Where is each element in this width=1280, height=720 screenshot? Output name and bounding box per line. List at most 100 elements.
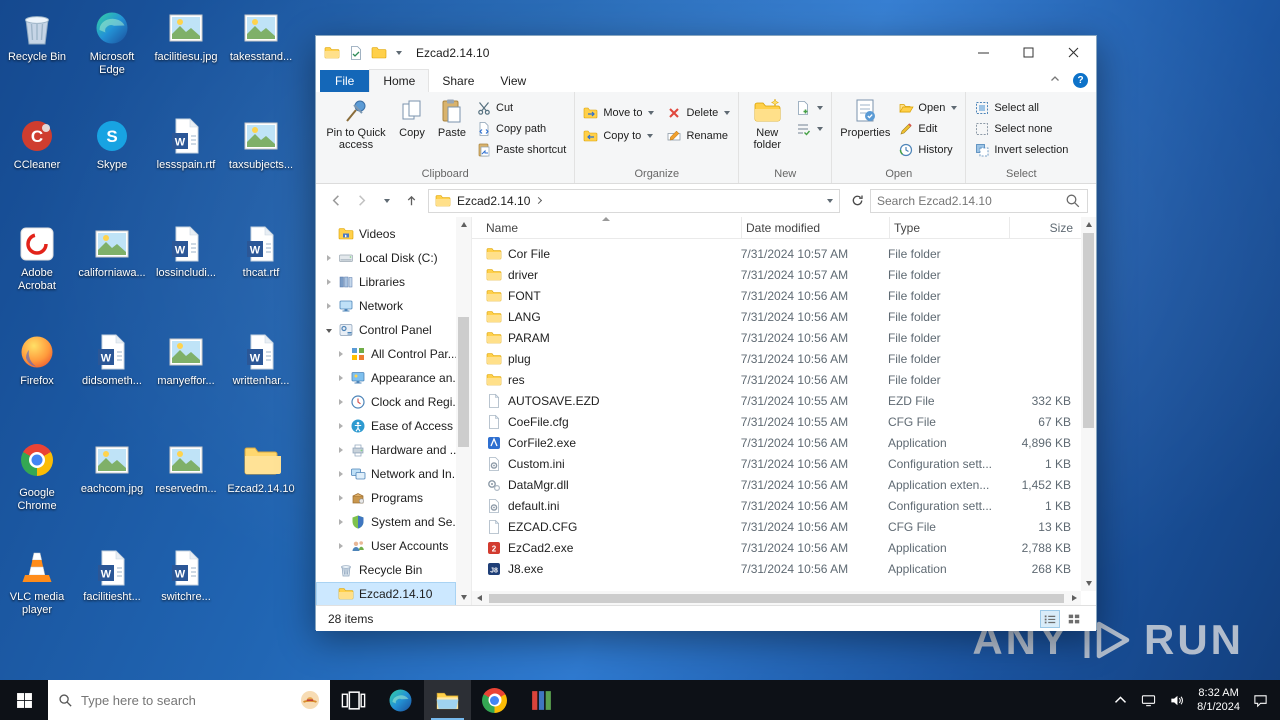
- copy-button[interactable]: Copy: [393, 95, 431, 141]
- history-button[interactable]: History: [895, 140, 960, 160]
- nav-item-all-control-par[interactable]: All Control Par...: [316, 342, 456, 366]
- chevron-right-icon[interactable]: [336, 423, 345, 429]
- qat-new-folder-icon[interactable]: [371, 45, 386, 60]
- close-button[interactable]: [1051, 36, 1096, 69]
- desktop-icon-recycle-bin[interactable]: Recycle Bin: [1, 8, 73, 64]
- recent-locations-chevron-icon[interactable]: [374, 189, 398, 213]
- chevron-right-icon[interactable]: [336, 375, 345, 381]
- nav-item-programs[interactable]: Programs: [316, 486, 456, 510]
- scroll-up-icon[interactable]: [1081, 217, 1096, 232]
- easy-access-button[interactable]: [792, 119, 826, 139]
- file-list-horizontal-scrollbar[interactable]: [472, 591, 1081, 605]
- desktop-icon-lossincludi[interactable]: Wlossincludi...: [150, 224, 222, 280]
- help-icon[interactable]: ?: [1073, 73, 1088, 88]
- desktop-icon-reservedm[interactable]: reservedm...: [150, 440, 222, 496]
- file-row-cor-file[interactable]: Cor File7/31/2024 10:57 AMFile folder: [472, 243, 1081, 264]
- file-row-res[interactable]: res7/31/2024 10:56 AMFile folder: [472, 369, 1081, 390]
- taskbar-edge-icon[interactable]: [377, 680, 424, 720]
- tab-file[interactable]: File: [320, 70, 369, 92]
- desktop-icon-californiawa[interactable]: californiawa...: [76, 224, 148, 280]
- nav-item-network-and-in[interactable]: Network and In...: [316, 462, 456, 486]
- chevron-down-icon[interactable]: [324, 327, 333, 333]
- chevron-right-icon[interactable]: [336, 519, 345, 525]
- file-row-j8-exe[interactable]: J8J8.exe7/31/2024 10:56 AMApplication268…: [472, 558, 1081, 579]
- select-none-button[interactable]: Select none: [971, 119, 1071, 139]
- paste-button[interactable]: Paste: [433, 95, 471, 141]
- back-button[interactable]: [324, 189, 348, 213]
- file-row-ezcad-cfg[interactable]: EZCAD.CFG7/31/2024 10:56 AMCFG File13 KB: [472, 516, 1081, 537]
- explorer-search-input[interactable]: [877, 194, 1059, 208]
- tab-view[interactable]: View: [487, 70, 539, 92]
- volume-icon[interactable]: [1169, 693, 1184, 708]
- rename-button[interactable]: Rename: [663, 126, 733, 146]
- file-row-param[interactable]: PARAM7/31/2024 10:56 AMFile folder: [472, 327, 1081, 348]
- details-view-button[interactable]: [1040, 610, 1060, 628]
- chevron-right-icon[interactable]: [336, 471, 345, 477]
- search-highlight-icon[interactable]: [300, 690, 320, 710]
- column-header-type[interactable]: Type: [890, 217, 1010, 238]
- start-button[interactable]: [0, 680, 48, 720]
- move-to-button[interactable]: Move to: [580, 103, 657, 123]
- nav-item-videos[interactable]: Videos: [316, 222, 456, 246]
- desktop-icon-switchre[interactable]: Wswitchre...: [150, 548, 222, 604]
- file-row-plug[interactable]: plug7/31/2024 10:56 AMFile folder: [472, 348, 1081, 369]
- breadcrumb-path[interactable]: Ezcad2.14.10: [457, 194, 530, 208]
- desktop-icon-ccleaner[interactable]: CCCleaner: [1, 116, 73, 172]
- chevron-right-icon[interactable]: [336, 495, 345, 501]
- delete-button[interactable]: Delete: [663, 103, 733, 123]
- taskbar-clock[interactable]: 8:32 AM 8/1/2024: [1197, 686, 1240, 714]
- desktop-icon-microsoft-edge[interactable]: Microsoft Edge: [76, 8, 148, 77]
- desktop-icon-taxsubjects[interactable]: taxsubjects...: [225, 116, 297, 172]
- chevron-right-icon[interactable]: [336, 399, 345, 405]
- file-row-driver[interactable]: driver7/31/2024 10:57 AMFile folder: [472, 264, 1081, 285]
- desktop-icon-skype[interactable]: SSkype: [76, 116, 148, 172]
- properties-button[interactable]: Properties: [837, 95, 893, 141]
- nav-item-network[interactable]: Network: [316, 294, 456, 318]
- nav-item-libraries[interactable]: Libraries: [316, 270, 456, 294]
- tab-share[interactable]: Share: [429, 70, 487, 92]
- new-item-button[interactable]: [792, 98, 826, 118]
- desktop-icon-eachcom-jpg[interactable]: eachcom.jpg: [76, 440, 148, 496]
- file-row-corfile2-exe[interactable]: CorFile2.exe7/31/2024 10:56 AMApplicatio…: [472, 432, 1081, 453]
- scroll-up-icon[interactable]: [456, 217, 471, 232]
- desktop-icon-thcat-rtf[interactable]: Wthcat.rtf: [225, 224, 297, 280]
- up-button[interactable]: [399, 189, 423, 213]
- edit-button[interactable]: Edit: [895, 119, 960, 139]
- desktop-icon-takesstand[interactable]: takesstand...: [225, 8, 297, 64]
- file-row-font[interactable]: FONT7/31/2024 10:56 AMFile folder: [472, 285, 1081, 306]
- desktop-icon-vlc-media-player[interactable]: VLC media player: [1, 548, 73, 617]
- tab-home[interactable]: Home: [369, 69, 429, 92]
- desktop-icon-lessspain-rtf[interactable]: Wlessspain.rtf: [150, 116, 222, 172]
- nav-item-local-disk-c[interactable]: Local Disk (C:): [316, 246, 456, 270]
- desktop-icon-firefox[interactable]: Firefox: [1, 332, 73, 388]
- task-view-button[interactable]: [330, 680, 377, 720]
- nav-item-recycle-bin[interactable]: Recycle Bin: [316, 558, 456, 582]
- desktop-icon-adobe-acrobat[interactable]: Adobe Acrobat: [1, 224, 73, 293]
- file-row-default-ini[interactable]: default.ini7/31/2024 10:56 AMConfigurati…: [472, 495, 1081, 516]
- chevron-right-icon[interactable]: [324, 303, 333, 309]
- chevron-right-icon[interactable]: [336, 447, 345, 453]
- scrollbar-thumb[interactable]: [458, 317, 469, 447]
- file-row-lang[interactable]: LANG7/31/2024 10:56 AMFile folder: [472, 306, 1081, 327]
- nav-item-user-accounts[interactable]: User Accounts: [316, 534, 456, 558]
- minimize-button[interactable]: [961, 36, 1006, 69]
- desktop-icon-writtenhar[interactable]: Wwrittenhar...: [225, 332, 297, 388]
- navigation-scrollbar[interactable]: [456, 217, 471, 605]
- scroll-down-icon[interactable]: [456, 590, 471, 605]
- breadcrumb-chevron-icon[interactable]: [535, 197, 542, 204]
- file-list-vertical-scrollbar[interactable]: [1081, 217, 1096, 591]
- scroll-right-icon[interactable]: [1067, 591, 1081, 605]
- nav-item-hardware-and[interactable]: Hardware and ...: [316, 438, 456, 462]
- chevron-right-icon[interactable]: [336, 543, 345, 549]
- maximize-button[interactable]: [1006, 36, 1051, 69]
- column-header-date-modified[interactable]: Date modified: [742, 217, 890, 238]
- open-button[interactable]: Open: [895, 98, 960, 118]
- select-all-button[interactable]: Select all: [971, 98, 1071, 118]
- taskbar-pinned-app-icon[interactable]: [518, 680, 565, 720]
- pin-to-quick-access-button[interactable]: Pin to Quick access: [321, 95, 391, 153]
- scrollbar-thumb[interactable]: [1083, 233, 1094, 428]
- desktop-icon-manyeffor[interactable]: manyeffor...: [150, 332, 222, 388]
- chevron-right-icon[interactable]: [336, 351, 345, 357]
- paste-shortcut-button[interactable]: Paste shortcut: [473, 140, 569, 160]
- taskbar-search[interactable]: [48, 680, 330, 720]
